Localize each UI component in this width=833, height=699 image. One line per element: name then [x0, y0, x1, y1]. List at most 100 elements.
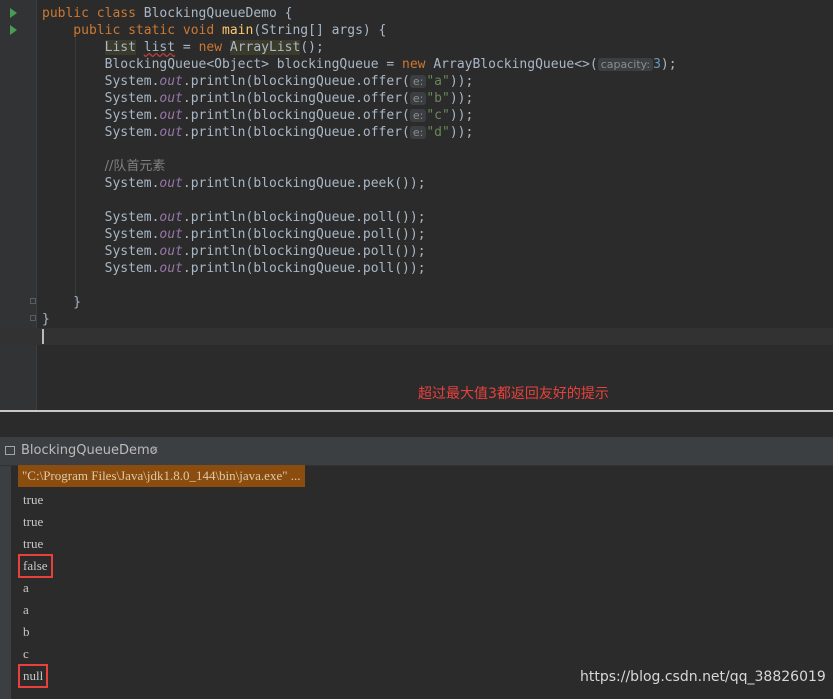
parameter-hint: e:	[409, 75, 427, 88]
code-token: ArrayList	[229, 40, 301, 55]
code-token: "a"	[426, 74, 450, 89]
code-token: BlockingQueue<Object> blockingQueue =	[42, 57, 403, 72]
code-line: System.out.println(blockingQueue.poll())…	[42, 260, 426, 277]
tab-blocking-queue-demo[interactable]: BlockingQueueDemo ×	[0, 437, 160, 465]
code-token: ArrayBlockingQueue<>(	[433, 57, 598, 72]
run-panel: BlockingQueueDemo × "C:\Program Files\Ja…	[0, 437, 833, 699]
fold-marker-icon[interactable]	[30, 315, 36, 321]
code-token: ();	[300, 40, 324, 55]
console-icon	[5, 446, 15, 455]
output-line: a	[23, 580, 29, 595]
code-line: }	[42, 311, 50, 328]
code-line: System.out.println(blockingQueue.offer(e…	[42, 90, 474, 107]
code-token: new	[198, 40, 230, 55]
code-token: new	[402, 57, 434, 72]
code-token: System.	[42, 176, 160, 191]
gutter-divider	[36, 0, 37, 410]
code-token: main	[222, 23, 254, 38]
code-token: .println(blockingQueue.poll());	[182, 261, 426, 276]
code-line: System.out.println(blockingQueue.poll())…	[42, 243, 426, 260]
code-line: public static void main(String[] args) {	[42, 22, 386, 39]
code-token: out	[159, 125, 183, 140]
code-token: }	[42, 295, 82, 310]
code-token: .println(blockingQueue.poll());	[182, 210, 426, 225]
code-token: System.	[42, 244, 160, 259]
code-token: BlockingQueueDemo {	[143, 6, 293, 21]
code-token: (String[] args) {	[253, 23, 387, 38]
code-token: System.	[42, 261, 160, 276]
output-line: false	[18, 554, 53, 578]
code-line: }	[42, 294, 81, 311]
code-token: .println(blockingQueue.offer(	[182, 125, 410, 140]
run-tab-label: BlockingQueueDemo	[21, 443, 158, 458]
code-token: }	[42, 312, 50, 327]
code-token: out	[159, 91, 183, 106]
code-editor[interactable]: public class BlockingQueueDemo { public …	[0, 0, 833, 410]
code-token: out	[159, 227, 183, 242]
code-token: "d"	[426, 125, 450, 140]
annotation-text: 超过最大值3都返回友好的提示	[418, 386, 609, 402]
output-line: null	[17, 664, 49, 688]
code-token: "b"	[426, 91, 450, 106]
code-token: =	[175, 40, 199, 55]
output-line: c	[23, 646, 29, 661]
code-token: List	[104, 40, 136, 55]
code-line: List list = new ArrayList();	[42, 39, 324, 56]
code-token: .println(blockingQueue.peek());	[182, 176, 426, 191]
code-token: .println(blockingQueue.poll());	[182, 244, 426, 259]
code-token: System.	[42, 74, 160, 89]
close-icon[interactable]: ×	[150, 443, 159, 456]
code-token: System.	[42, 108, 160, 123]
parameter-hint: e:	[409, 109, 427, 122]
code-token: ));	[449, 125, 474, 140]
output-line: true	[23, 492, 44, 507]
code-line: //队首元素	[42, 158, 166, 175]
code-line: System.out.println(blockingQueue.peek())…	[42, 175, 426, 192]
code-line: System.out.println(blockingQueue.poll())…	[42, 226, 426, 243]
code-token: //队首元素	[104, 159, 166, 174]
code-line: System.out.println(blockingQueue.offer(e…	[42, 124, 474, 141]
code-token: .println(blockingQueue.offer(	[182, 91, 410, 106]
parameter-hint: capacity:	[597, 58, 654, 71]
code-token: .println(blockingQueue.poll());	[182, 227, 426, 242]
code-token: );	[660, 57, 677, 72]
code-token: list	[143, 40, 176, 55]
ide-window: public class BlockingQueueDemo { public …	[0, 0, 833, 699]
code-line: System.out.println(blockingQueue.offer(e…	[42, 73, 474, 90]
code-token: ));	[449, 108, 474, 123]
code-token: System.	[42, 91, 160, 106]
code-token: .println(blockingQueue.offer(	[182, 74, 410, 89]
run-tab-bar: BlockingQueueDemo ×	[0, 437, 833, 466]
code-token: 3	[653, 57, 661, 72]
code-token: out	[159, 244, 183, 259]
code-line: System.out.println(blockingQueue.poll())…	[42, 209, 426, 226]
code-token: out	[159, 210, 183, 225]
code-token: System.	[42, 210, 160, 225]
code-token: out	[159, 108, 183, 123]
code-token: out	[159, 74, 183, 89]
fold-marker-icon[interactable]	[30, 298, 36, 304]
code-token: System.	[42, 227, 160, 242]
code-token: out	[159, 176, 183, 191]
run-class-icon[interactable]	[10, 8, 17, 18]
parameter-hint: e:	[409, 126, 427, 139]
code-token: ));	[449, 74, 474, 89]
run-main-icon[interactable]	[10, 25, 17, 35]
code-line: public class BlockingQueueDemo {	[42, 5, 292, 22]
command-line: "C:\Program Files\Java\jdk1.8.0_144\bin\…	[18, 465, 305, 487]
current-line-highlight	[0, 328, 833, 345]
text-caret	[42, 329, 44, 344]
parameter-hint: e:	[409, 92, 427, 105]
code-token: ));	[449, 91, 474, 106]
panel-gap	[0, 412, 833, 437]
output-line: a	[23, 602, 29, 617]
code-line: BlockingQueue<Object> blockingQueue = ne…	[42, 56, 677, 73]
output-line: true	[23, 514, 44, 529]
watermark: https://blog.csdn.net/qq_38826019	[580, 669, 826, 685]
output-line: b	[23, 624, 30, 639]
code-token: public static void	[42, 23, 223, 38]
run-toolbar	[0, 466, 11, 699]
